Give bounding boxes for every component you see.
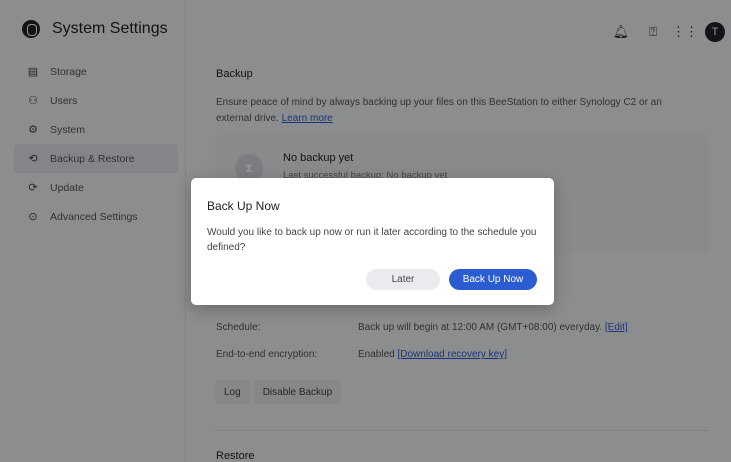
dialog-title: Back Up Now [207, 199, 280, 213]
dialog-message: Would you like to back up now or run it … [207, 227, 537, 253]
back-up-now-dialog: Back Up Now Would you like to back up no… [191, 178, 554, 305]
back-up-now-button[interactable]: Back Up Now [449, 269, 537, 290]
later-button[interactable]: Later [366, 269, 440, 290]
dialog-actions: Later Back Up Now [366, 269, 537, 290]
system-settings-app: System Settings ▤ Storage ⚇ Users ⚙ System ⟲ Ba… [0, 0, 731, 462]
